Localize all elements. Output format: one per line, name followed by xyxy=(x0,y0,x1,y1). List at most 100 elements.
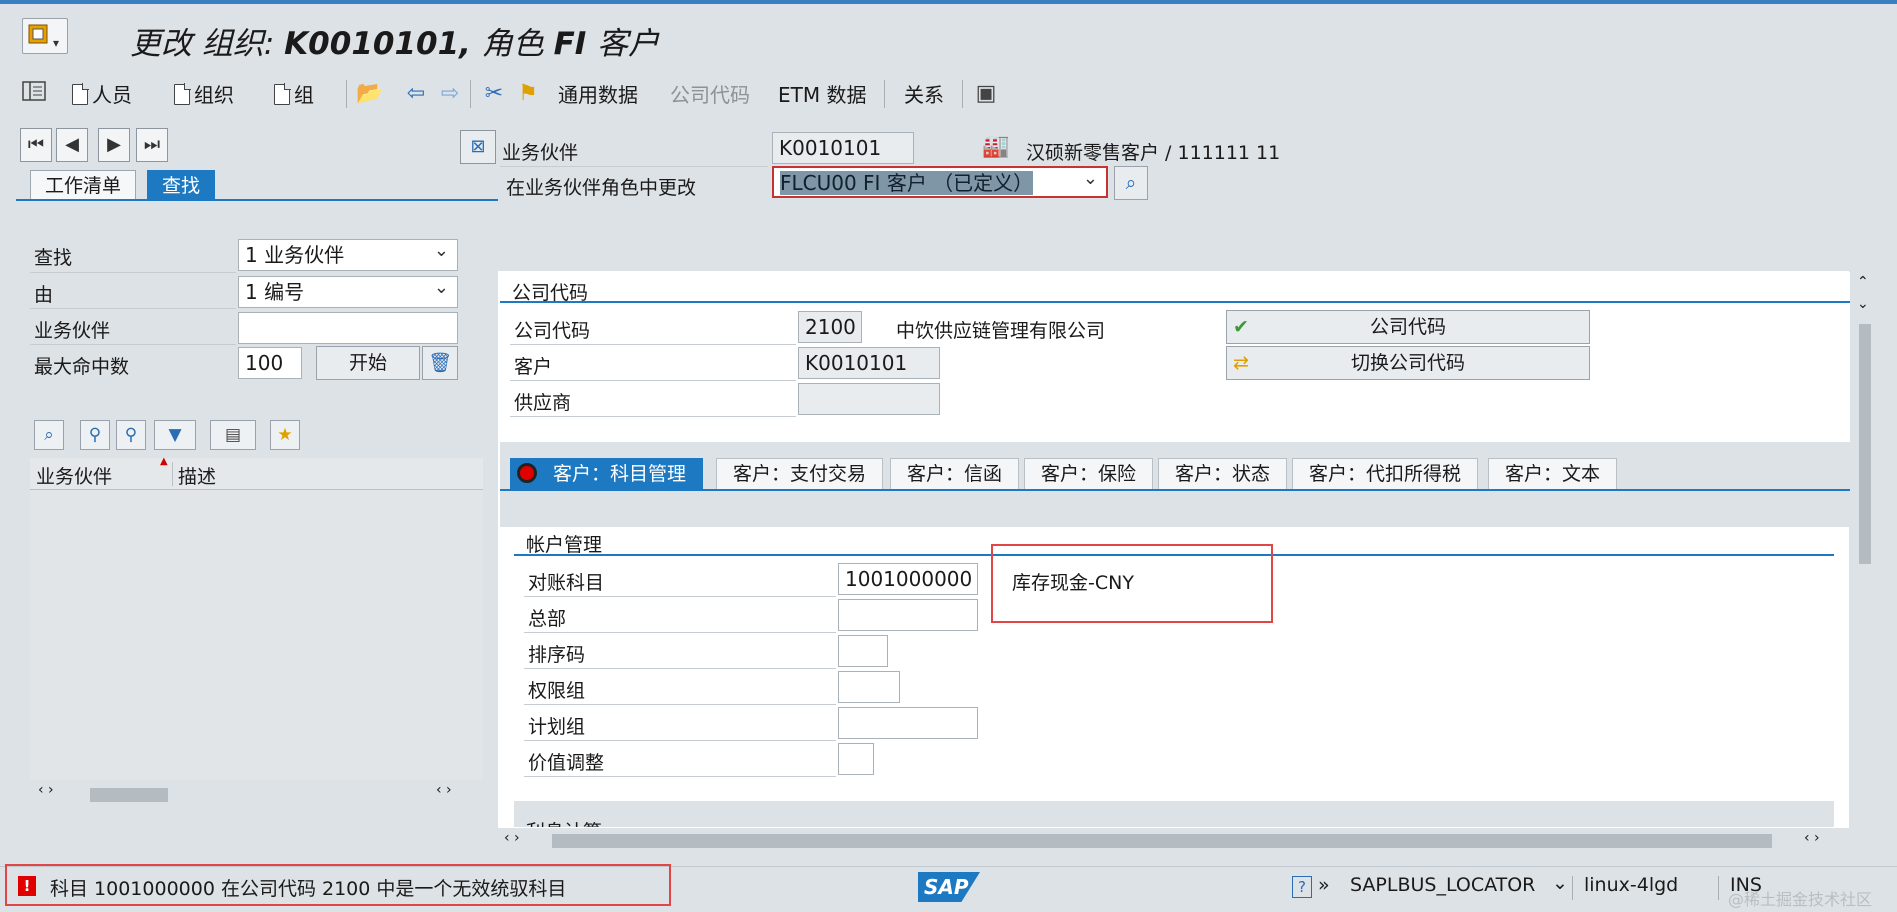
relations-button[interactable]: 关系 xyxy=(904,80,944,110)
scroll-thumb[interactable] xyxy=(90,788,168,802)
sort-key-input[interactable] xyxy=(838,635,888,667)
collapse-locator-icon[interactable]: ⊠ xyxy=(460,130,496,164)
row-divider xyxy=(510,344,796,345)
detail-vscrollbar[interactable]: ⌃ ⌄ xyxy=(1853,270,1877,830)
scroll-up-icon[interactable]: ⌃ xyxy=(1857,274,1869,290)
by-select[interactable]: 1 编号 xyxy=(238,276,458,308)
back-arrow-icon[interactable]: ⇦ xyxy=(402,80,430,108)
org-button[interactable]: 组织 xyxy=(174,80,234,110)
company-code-toolbar-button[interactable]: 公司代码 xyxy=(670,80,750,110)
role-details-icon[interactable]: ⌕ xyxy=(1114,166,1148,200)
general-data-button[interactable]: 通用数据 xyxy=(558,80,638,110)
tab-account-management[interactable]: 客户：科目管理 xyxy=(510,458,704,490)
document-icon xyxy=(274,83,291,105)
expand-status-icon[interactable]: » xyxy=(1318,874,1330,896)
authorization-group-input[interactable] xyxy=(838,671,900,703)
tab-correspondence[interactable]: 客户：信函 xyxy=(890,458,1020,490)
list-header-bp[interactable]: 业务伙伴 xyxy=(36,462,112,489)
status-separator xyxy=(1718,876,1719,900)
header-bp-name: 汉硕新零售客户 / 111111 11 xyxy=(1026,142,1281,164)
customer-label: 客户 xyxy=(514,356,553,378)
switch-company-code-button[interactable]: ⇄ 切换公司代码 xyxy=(1226,346,1590,380)
bp-search-label: 业务伙伴 xyxy=(34,320,111,342)
layout-icon[interactable]: ▤ xyxy=(210,420,256,450)
find-select[interactable]: 1 业务伙伴 xyxy=(238,239,458,271)
customer-field: K0010101 xyxy=(798,347,940,379)
planning-group-label: 计划组 xyxy=(528,716,586,738)
person-button[interactable]: 人员 xyxy=(72,80,132,110)
group-button[interactable]: 组 xyxy=(274,80,314,110)
list-hscrollbar[interactable]: ‹ › ‹ › xyxy=(30,782,483,808)
toolbar-separator xyxy=(470,80,471,108)
program-name[interactable]: SAPLBUS_LOCATOR xyxy=(1350,874,1535,896)
find-icon[interactable]: ⚲ xyxy=(80,420,110,450)
open-folder-icon[interactable]: 📂 xyxy=(356,80,384,108)
scroll-left-icon[interactable]: ‹ › xyxy=(504,830,520,846)
scroll-left-icon[interactable]: ‹ › xyxy=(38,782,54,798)
detail-top-gap xyxy=(498,201,1849,271)
next-record-button[interactable]: ▶ xyxy=(98,128,130,162)
toolbar-separator xyxy=(346,80,347,108)
value-adjustment-input[interactable] xyxy=(838,743,874,775)
tab-withholding-tax[interactable]: 客户：代扣所得税 xyxy=(1292,458,1479,490)
row-divider xyxy=(30,272,236,273)
organization-icon: 🏭 xyxy=(982,134,1010,159)
planning-group-input[interactable] xyxy=(838,707,978,739)
tab-insurance[interactable]: 客户：保险 xyxy=(1024,458,1154,490)
vendor-field xyxy=(798,383,940,415)
max-hits-label: 最大命中数 xyxy=(34,356,130,378)
row-divider xyxy=(524,596,836,597)
filter-icon[interactable]: ▼ xyxy=(154,420,196,450)
app-menu-icon[interactable]: ▾ xyxy=(22,18,68,54)
title-role: FI xyxy=(553,26,598,62)
tools-icon[interactable]: ✂ xyxy=(480,80,508,108)
result-list xyxy=(30,490,483,780)
last-record-button[interactable]: ⏭ xyxy=(136,128,168,162)
delete-icon[interactable]: 🗑 xyxy=(422,346,458,380)
head-office-label: 总部 xyxy=(528,608,567,630)
scroll-right-icon[interactable]: ‹ › xyxy=(1804,830,1820,846)
company-code-button[interactable]: ✔ 公司代码 xyxy=(1226,310,1590,344)
row-divider xyxy=(524,704,836,705)
tab-payment-transactions[interactable]: 客户：支付交易 xyxy=(716,458,884,490)
etm-data-button[interactable]: ETM 数据 xyxy=(778,80,866,110)
tab-worklist[interactable]: 工作清单 xyxy=(30,170,137,200)
group-label: 组 xyxy=(294,83,314,107)
tab-find[interactable]: 查找 xyxy=(147,170,216,200)
sort-ascending-icon: ▲ xyxy=(160,456,168,467)
recon-account-input[interactable]: 1001000000 xyxy=(838,563,978,595)
tab-status[interactable]: 客户：状态 xyxy=(1158,458,1288,490)
max-hits-input[interactable]: 100 xyxy=(238,347,302,379)
find-next-icon[interactable]: ⚲ xyxy=(116,420,146,450)
highlight-box-status-message xyxy=(5,864,671,906)
first-record-button[interactable]: ⏮ xyxy=(20,128,52,162)
scroll-thumb[interactable] xyxy=(552,834,1772,848)
scroll-thumb[interactable] xyxy=(1859,324,1871,564)
head-office-input[interactable] xyxy=(838,599,978,631)
row-divider xyxy=(524,740,836,741)
forward-arrow-icon[interactable]: ⇨ xyxy=(436,80,464,108)
list-header-description[interactable]: 描述 xyxy=(178,462,216,489)
title-prefix: 更改 组织: xyxy=(130,26,285,62)
system-dropdown-icon[interactable]: ⌄ xyxy=(1552,872,1568,894)
header-bp-label: 业务伙伴 xyxy=(502,142,579,164)
vendor-label: 供应商 xyxy=(514,392,572,414)
help-icon[interactable]: ? xyxy=(1292,876,1312,898)
start-button[interactable]: 开始 xyxy=(316,346,420,380)
row-divider xyxy=(500,166,768,167)
bp-search-input[interactable] xyxy=(238,312,458,344)
role-select[interactable]: FLCU00 FI 客户 （已定义） xyxy=(772,166,1108,198)
navigation-toggle-icon[interactable] xyxy=(20,80,48,108)
scroll-down-icon[interactable]: ⌄ xyxy=(1857,296,1869,312)
highlight-box-recon-description xyxy=(991,544,1273,623)
export-icon[interactable]: ▣ xyxy=(972,80,1000,108)
previous-record-button[interactable]: ◀ xyxy=(56,128,88,162)
tab-texts[interactable]: 客户：文本 xyxy=(1488,458,1618,490)
detail-hscrollbar[interactable]: ‹ › ‹ › xyxy=(498,828,1849,854)
add-favorite-icon[interactable]: ★ xyxy=(270,420,300,450)
row-divider xyxy=(30,308,236,309)
scroll-right-icon[interactable]: ‹ › xyxy=(436,782,452,798)
sort-key-label: 排序码 xyxy=(528,644,586,666)
display-details-icon[interactable]: ⌕ xyxy=(34,420,64,450)
hierarchy-icon[interactable]: ⚑ xyxy=(514,80,542,108)
